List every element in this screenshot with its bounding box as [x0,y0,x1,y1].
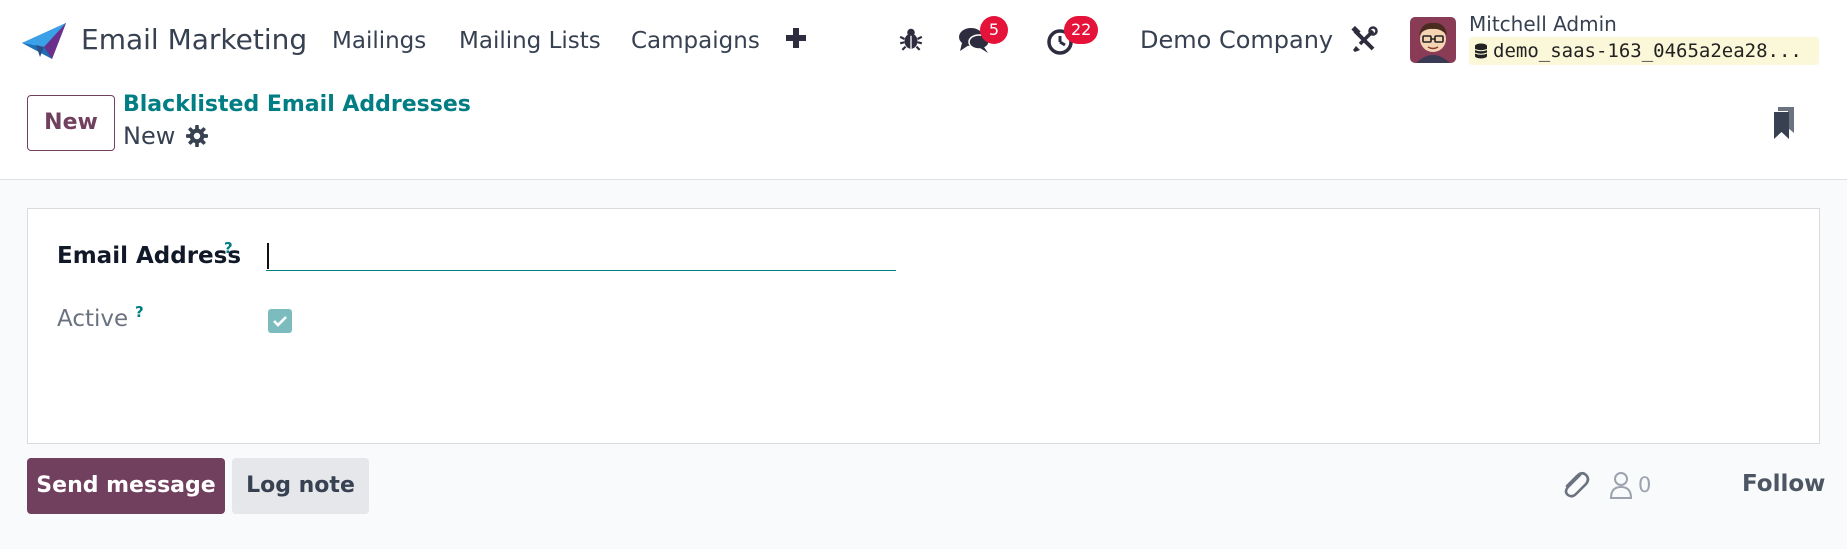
settings-tools-icon[interactable] [1350,26,1378,54]
follow-button[interactable]: Follow [1742,468,1825,500]
followers-icon[interactable] [1609,471,1633,499]
email-address-input[interactable] [266,237,896,271]
new-record-button[interactable]: New [27,95,115,151]
active-checkbox[interactable] [268,309,292,333]
email-marketing-logo-icon[interactable] [22,21,66,61]
plus-icon[interactable] [784,26,808,50]
paperclip-icon[interactable] [1560,467,1590,501]
breadcrumb-blacklist[interactable]: Blacklisted Email Addresses [123,90,471,120]
menu-mailings[interactable]: Mailings [332,25,426,57]
bug-icon[interactable] [898,26,924,52]
followers-count[interactable]: 0 [1638,470,1651,500]
active-help-tooltip[interactable]: ? [135,303,144,321]
bookmark-icon[interactable] [1772,107,1796,139]
record-title: New [123,122,176,150]
activities-count-badge: 22 [1064,16,1099,44]
company-switcher[interactable]: Demo Company [1140,24,1333,56]
gear-icon[interactable] [186,125,208,147]
user-avatar[interactable] [1410,17,1456,63]
form-sheet: Email Address ? Active ? [27,208,1820,444]
app-name[interactable]: Email Marketing [81,22,307,58]
database-badge: demo_saas-163_0465a2ea28... [1469,37,1819,65]
send-message-button[interactable]: Send message [27,458,225,514]
top-navbar: Email Marketing Mailings Mailing Lists C… [0,0,1847,80]
database-name: demo_saas-163_0465a2ea28... [1493,40,1802,62]
log-note-button[interactable]: Log note [232,458,369,514]
messages-count-badge: 5 [980,16,1008,44]
checkmark-icon [273,316,287,327]
menu-campaigns[interactable]: Campaigns [631,25,760,57]
user-name[interactable]: Mitchell Admin [1469,11,1617,37]
control-panel: New Blacklisted Email Addresses New [0,80,1847,180]
email-address-label: Email Address [57,243,242,269]
database-icon [1474,43,1488,59]
email-help-tooltip[interactable]: ? [224,239,233,257]
active-label: Active [57,306,129,332]
text-cursor [267,243,269,269]
menu-mailing-lists[interactable]: Mailing Lists [459,25,601,57]
